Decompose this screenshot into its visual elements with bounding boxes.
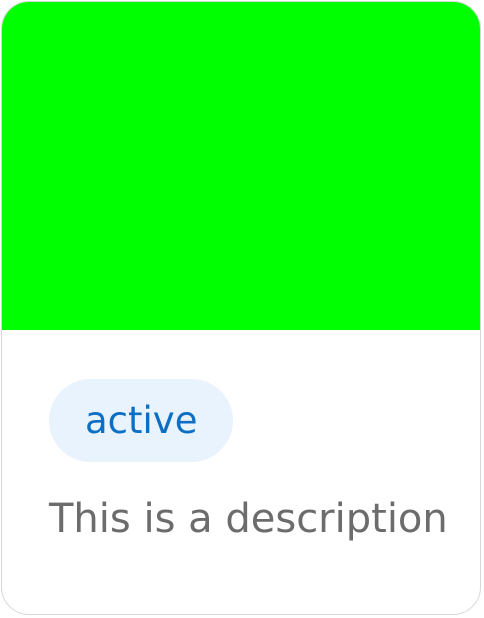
card-description: This is a description (49, 496, 448, 542)
card-media-placeholder (2, 2, 480, 330)
card: active This is a description (1, 1, 481, 615)
status-badge: active (49, 379, 234, 462)
card-content: active This is a description (2, 330, 480, 614)
